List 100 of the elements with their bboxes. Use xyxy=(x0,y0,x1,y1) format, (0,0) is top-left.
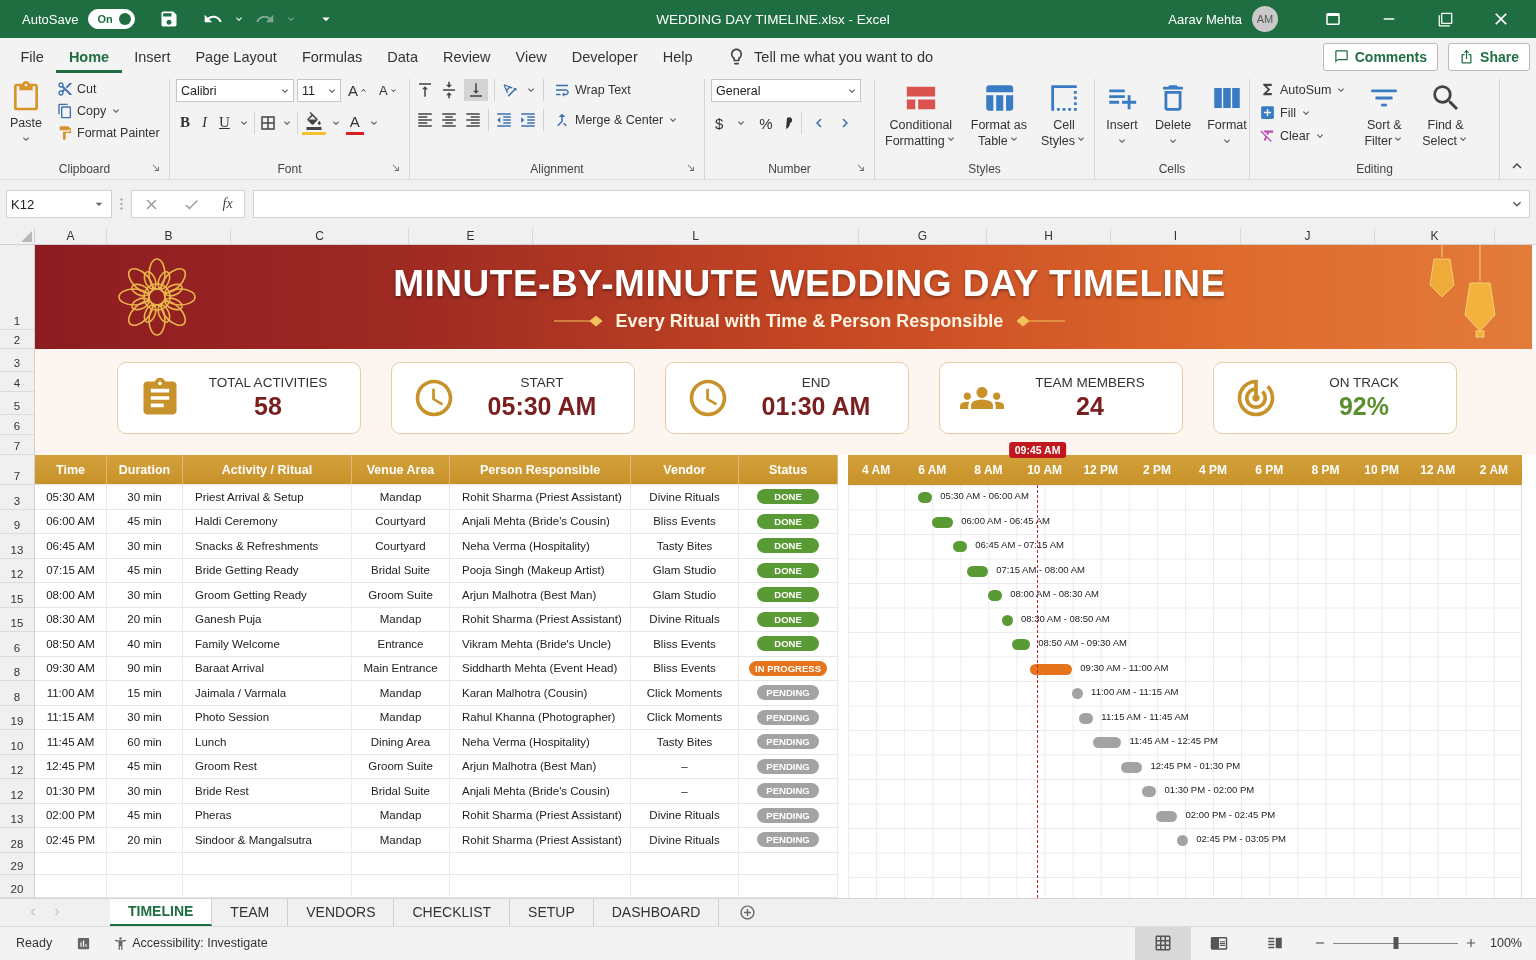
fill-color-button[interactable] xyxy=(301,110,326,135)
column-header[interactable]: G xyxy=(859,228,987,244)
percent-button[interactable]: % xyxy=(755,112,777,134)
accessibility-status[interactable]: Accessibility: Investigate xyxy=(132,936,268,951)
tell-me-field[interactable]: Tell me what you want to do xyxy=(754,48,934,65)
formula-input[interactable] xyxy=(253,190,1530,218)
row-number[interactable]: 15 xyxy=(0,607,34,632)
launcher-icon[interactable] xyxy=(391,163,401,173)
row-number[interactable]: 7 xyxy=(0,455,34,485)
add-sheet-icon[interactable] xyxy=(739,903,757,921)
avatar[interactable]: AM xyxy=(1252,6,1278,32)
launcher-icon[interactable] xyxy=(151,163,161,173)
row-number[interactable]: 28 xyxy=(0,828,34,853)
row-number[interactable]: 13 xyxy=(0,534,34,559)
borders-icon[interactable] xyxy=(258,113,277,132)
row-number[interactable]: 12 xyxy=(0,779,34,804)
autosum-button[interactable]: AutoSum xyxy=(1256,79,1351,100)
italic-button[interactable]: I xyxy=(198,112,211,133)
column-header[interactable]: C xyxy=(231,228,409,244)
menu-tab[interactable]: Insert xyxy=(121,40,183,73)
row-number[interactable]: 13 xyxy=(0,803,34,828)
column-header[interactable]: E xyxy=(409,228,533,244)
sheet-tab[interactable]: VENDORS xyxy=(288,898,395,926)
menu-tab[interactable]: Review xyxy=(430,40,503,73)
font-dropdown[interactable]: Calibri xyxy=(176,79,294,102)
name-box[interactable]: K12 xyxy=(6,190,112,218)
column-header[interactable]: B xyxy=(107,228,231,244)
restore-icon[interactable] xyxy=(1437,11,1453,27)
sort-filter-button[interactable]: Sort & Filter xyxy=(1360,79,1409,152)
align-left-icon[interactable] xyxy=(416,111,434,129)
normal-view-button[interactable] xyxy=(1135,926,1191,960)
bold-button[interactable]: B xyxy=(176,112,194,133)
column-header[interactable]: J xyxy=(1241,228,1375,244)
column-header[interactable]: L xyxy=(533,228,859,244)
row-number[interactable]: 10 xyxy=(0,730,34,755)
orientation-icon[interactable] xyxy=(501,81,519,99)
align-bottom-button[interactable] xyxy=(464,79,488,101)
clear-button[interactable]: Clear xyxy=(1256,125,1351,146)
align-center-icon[interactable] xyxy=(440,111,458,129)
menu-tab[interactable]: Page Layout xyxy=(182,40,290,73)
row-number[interactable]: 5 xyxy=(0,392,34,415)
row-number[interactable]: 6 xyxy=(0,632,34,657)
font-size-dropdown[interactable]: 11 xyxy=(297,79,341,102)
row-number[interactable]: 29 xyxy=(0,852,34,875)
align-top-icon[interactable] xyxy=(416,81,434,99)
insert-button[interactable]: Insert xyxy=(1101,79,1143,150)
autosave-toggle[interactable]: On xyxy=(88,9,135,29)
sheet-tab[interactable]: CHECKLIST xyxy=(394,898,511,926)
sheet-tab[interactable]: SETUP xyxy=(510,898,594,926)
ribbon-display-icon[interactable] xyxy=(1324,10,1342,28)
clipboard-button[interactable]: Cut xyxy=(54,79,163,99)
launcher-icon[interactable] xyxy=(856,163,866,173)
row-number[interactable]: 20 xyxy=(0,874,34,898)
row-number[interactable]: 12 xyxy=(0,558,34,583)
comma-icon[interactable] xyxy=(784,116,793,130)
menu-tab[interactable]: Data xyxy=(374,40,431,73)
find-select-button[interactable]: Find & Select xyxy=(1418,79,1473,152)
row-number[interactable]: 12 xyxy=(0,754,34,779)
paste-button[interactable]: Paste xyxy=(6,79,46,148)
cell-styles-button[interactable]: Cell Styles xyxy=(1037,79,1092,152)
clipboard-button[interactable]: Copy xyxy=(54,101,163,121)
row-number[interactable]: 3 xyxy=(0,485,34,510)
format-as-table-button[interactable]: Format as Table xyxy=(966,79,1031,152)
menu-tab[interactable]: Formulas xyxy=(289,40,375,73)
row-number[interactable]: 6 xyxy=(0,415,34,435)
sheet-tab[interactable]: DASHBOARD xyxy=(593,898,720,926)
merge-center-button[interactable]: Merge & Center xyxy=(550,109,683,131)
launcher-icon[interactable] xyxy=(686,163,696,173)
share-button[interactable]: Share xyxy=(1448,42,1530,71)
insert-function-button[interactable]: fx xyxy=(222,196,233,212)
column-header[interactable]: K xyxy=(1375,228,1495,244)
indent-increase-icon[interactable] xyxy=(519,111,537,129)
row-number[interactable]: 8 xyxy=(0,656,34,681)
row-number[interactable]: 9 xyxy=(0,509,34,534)
row-number[interactable]: 15 xyxy=(0,583,34,608)
sheet-tab[interactable]: TIMELINE xyxy=(110,898,213,926)
column-header[interactable]: H xyxy=(987,228,1111,244)
shrink-font-button[interactable]: A xyxy=(375,81,402,100)
row-number[interactable]: 1 xyxy=(0,245,34,330)
number-format-dropdown[interactable]: General xyxy=(711,79,861,102)
column-header[interactable]: I xyxy=(1111,228,1241,244)
menu-tab[interactable]: Help xyxy=(650,40,706,73)
align-right-icon[interactable] xyxy=(464,111,482,129)
menu-tab[interactable]: Developer xyxy=(559,40,651,73)
comments-button[interactable]: Comments xyxy=(1322,42,1439,71)
row-number[interactable]: 3 xyxy=(0,349,34,372)
row-number[interactable]: 4 xyxy=(0,372,34,392)
menu-tab[interactable]: Home xyxy=(56,40,122,73)
menu-tab[interactable]: View xyxy=(503,40,560,73)
row-number[interactable]: 19 xyxy=(0,705,34,730)
column-header[interactable]: A xyxy=(35,228,107,244)
currency-button[interactable]: $ xyxy=(711,112,728,134)
clipboard-button[interactable]: Format Painter xyxy=(54,123,163,143)
grow-font-button[interactable]: A xyxy=(344,80,372,101)
align-middle-icon[interactable] xyxy=(440,81,458,99)
font-color-button[interactable]: A xyxy=(345,110,364,135)
underline-button[interactable]: U xyxy=(215,112,234,133)
macro-icon[interactable] xyxy=(76,935,92,951)
menu-tab[interactable]: File xyxy=(8,40,57,73)
row-number[interactable]: 8 xyxy=(0,681,34,706)
